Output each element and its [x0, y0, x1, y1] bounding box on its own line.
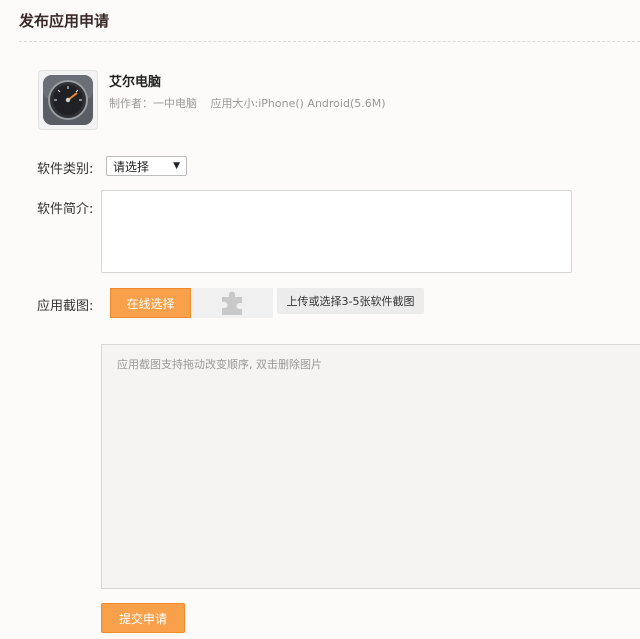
- category-select-value: 请选择: [113, 159, 150, 174]
- puzzle-piece-icon: [221, 291, 242, 315]
- app-meta: 制作者：一中电脑 应用大小:iPhone() Android(5.6M): [109, 95, 386, 111]
- screenshot-hint: 应用截图支持拖动改变顺序, 双击删除图片: [117, 358, 322, 371]
- app-size: 应用大小:iPhone() Android(5.6M): [210, 97, 386, 110]
- category-label: 软件类别:: [37, 162, 94, 177]
- app-name: 艾尔电脑: [109, 75, 162, 90]
- upload-tile[interactable]: [192, 288, 273, 318]
- upload-hint: 上传或选择3-5张软件截图: [277, 288, 424, 314]
- submit-button[interactable]: 提交申请: [101, 603, 185, 633]
- page-title: 发布应用申请: [19, 12, 110, 30]
- speedometer-icon: [43, 75, 93, 125]
- dropdown-arrow-icon: ▼: [173, 161, 180, 171]
- app-author: 制作者：一中电脑: [109, 97, 197, 110]
- category-select[interactable]: 请选择 ▼: [106, 156, 187, 176]
- app-icon: [38, 70, 98, 130]
- intro-label: 软件简介:: [37, 202, 94, 217]
- online-select-button[interactable]: 在线选择: [110, 288, 191, 318]
- screenshot-drop-area[interactable]: 应用截图支持拖动改变顺序, 双击删除图片: [101, 344, 640, 589]
- intro-textarea[interactable]: [101, 190, 572, 273]
- title-divider: [19, 41, 640, 42]
- screenshot-label: 应用截图:: [37, 299, 94, 314]
